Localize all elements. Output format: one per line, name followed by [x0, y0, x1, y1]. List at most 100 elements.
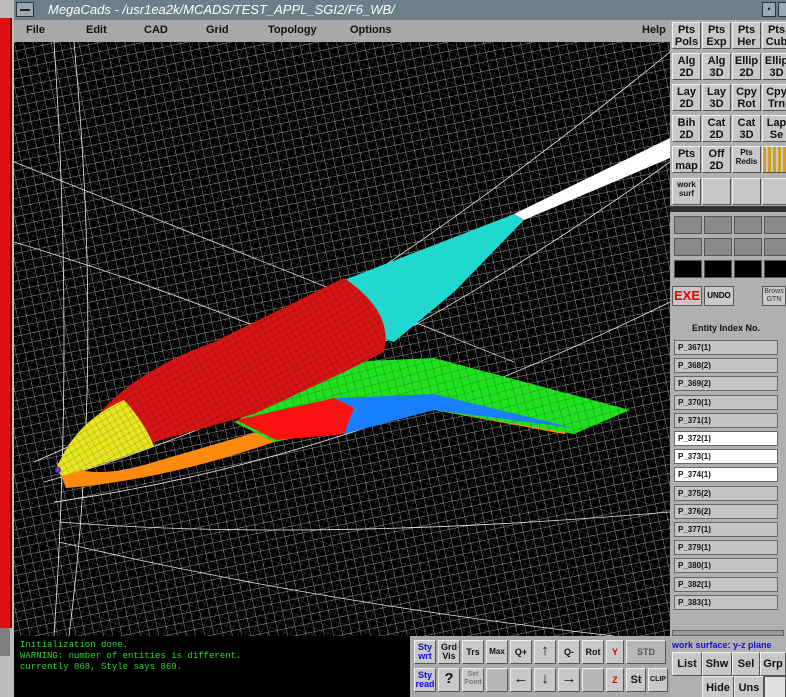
menu-edit[interactable]: Edit	[86, 24, 107, 36]
entity-list-item[interactable]: P_377(1)	[674, 522, 778, 537]
tool-button[interactable]: Cat 3D	[732, 115, 761, 142]
undo-button[interactable]: UNDO	[704, 286, 734, 306]
tool-button[interactable]: Bih 2D	[672, 115, 701, 142]
empty-tool-button[interactable]	[762, 178, 786, 205]
menu-grid[interactable]: Grid	[206, 24, 229, 36]
tool-button[interactable]: Ellip 3D	[762, 53, 786, 80]
empty-tool-button[interactable]	[732, 178, 761, 205]
hide-button[interactable]: Hide	[702, 676, 734, 697]
entity-list-item[interactable]: P_372(1)	[674, 431, 778, 446]
panel-separator	[670, 206, 786, 212]
tool-button[interactable]: Cpy Trn	[762, 84, 786, 111]
aircraft-grid-render[interactable]	[14, 42, 670, 636]
axis-z-icon[interactable]: Z	[606, 668, 624, 692]
tool-button[interactable]: Pts Her	[732, 22, 761, 49]
entity-list-item[interactable]: P_368(2)	[674, 358, 778, 374]
color-swatch[interactable]	[734, 238, 762, 256]
max-button[interactable]: Max	[486, 640, 508, 664]
tool-button[interactable]: Cpy Rot	[732, 84, 761, 111]
select-button[interactable]: Sel	[732, 652, 760, 676]
grid-tool-icon[interactable]	[762, 146, 786, 173]
entity-list-item[interactable]: P_375(2)	[674, 485, 778, 501]
tool-button[interactable]: Lay 2D	[672, 84, 701, 111]
group-button[interactable]: Grp	[760, 652, 786, 676]
color-swatch[interactable]	[674, 238, 702, 256]
color-swatch[interactable]	[704, 216, 732, 234]
entity-list-item[interactable]: P_383(1)	[674, 594, 778, 610]
background-window-edge-lower	[0, 628, 10, 656]
menu-cad[interactable]: CAD	[144, 24, 168, 36]
rotate-button[interactable]: Rot	[582, 640, 604, 664]
help-icon[interactable]: ?	[438, 668, 460, 692]
entity-list-item[interactable]: P_374(1)	[674, 467, 778, 483]
minimize-icon[interactable]: •	[762, 2, 776, 17]
entity-list-item[interactable]: P_371(1)	[674, 412, 778, 428]
title-bar[interactable]: MegaCads - /usr1ea2k/MCADS/TEST_APPL_SGI…	[14, 0, 786, 21]
menu-file[interactable]: File	[26, 24, 45, 36]
clip-button[interactable]: CLIP	[648, 668, 668, 692]
color-swatch[interactable]	[764, 216, 786, 234]
browse-button[interactable]: Brows GTN	[762, 286, 786, 306]
axis-y-icon[interactable]: Y	[606, 640, 624, 664]
entity-list-header: Entity Index No.	[691, 323, 760, 333]
tool-button[interactable]: Pts Cub	[762, 22, 786, 49]
empty-view-button[interactable]	[486, 668, 508, 692]
entity-list-item[interactable]: P_380(1)	[674, 558, 778, 574]
work-surf-button[interactable]: work surf	[672, 178, 701, 205]
st-button[interactable]: St	[626, 668, 646, 692]
tool-button[interactable]: Pts Exp	[702, 22, 731, 49]
tool-button[interactable]: Pts Redis	[732, 146, 761, 173]
exe-button[interactable]: EXE	[672, 286, 702, 306]
entity-list-item[interactable]: P_382(1)	[674, 576, 778, 592]
menu-help[interactable]: Help	[642, 24, 666, 36]
unselect-button[interactable]: Uns	[734, 676, 764, 697]
pan-down-icon[interactable]: ↓	[534, 668, 556, 692]
zoom-in-icon[interactable]: Q+	[510, 640, 532, 664]
entity-list-item[interactable]: P_367(1)	[674, 340, 778, 355]
color-swatch[interactable]	[734, 260, 762, 278]
list-button[interactable]: List	[672, 652, 702, 676]
entity-list-item[interactable]: P_373(1)	[674, 449, 778, 465]
window-menu-icon[interactable]	[16, 2, 34, 17]
color-swatch[interactable]	[674, 216, 702, 234]
empty-tool-button[interactable]	[702, 178, 731, 205]
tool-button[interactable]: Pts map	[672, 146, 701, 173]
zoom-out-icon[interactable]: Q-	[558, 640, 580, 664]
tool-button[interactable]: Pts Pols	[672, 22, 701, 49]
3d-viewport[interactable]	[14, 42, 670, 636]
tool-button[interactable]: Ellip 2D	[732, 53, 761, 80]
color-swatch[interactable]	[734, 216, 762, 234]
tool-button[interactable]: Off 2D	[702, 146, 731, 173]
color-swatch[interactable]	[674, 260, 702, 278]
menu-topology[interactable]: Topology	[268, 24, 317, 36]
color-swatch[interactable]	[764, 238, 786, 256]
pan-up-icon[interactable]: ↑	[534, 640, 556, 664]
color-swatch[interactable]	[764, 260, 786, 278]
pan-left-icon[interactable]: ←	[510, 668, 532, 692]
tool-button[interactable]: Alg 2D	[672, 53, 701, 80]
style-read-button[interactable]: Sty read	[414, 668, 436, 692]
menu-options[interactable]: Options	[350, 24, 392, 36]
empty-view-button[interactable]	[582, 668, 604, 692]
maximize-icon[interactable]	[778, 2, 786, 17]
horizontal-scrollbar[interactable]	[672, 630, 784, 636]
entity-list-item[interactable]: P_376(2)	[674, 503, 778, 519]
entity-list-item[interactable]: P_379(1)	[674, 540, 778, 556]
grid-visibility-button[interactable]: Grd Vis	[438, 640, 460, 664]
menu-bar: File Edit CAD Grid Topology Options Help	[14, 20, 670, 43]
entity-list-item[interactable]: P_369(2)	[674, 376, 778, 392]
tool-button[interactable]: Lay 3D	[702, 84, 731, 111]
style-write-button[interactable]: Sty wrt	[414, 640, 436, 664]
color-swatch[interactable]	[704, 260, 732, 278]
tool-button[interactable]: Cat 2D	[702, 115, 731, 142]
translate-button[interactable]: Trs	[462, 640, 484, 664]
tool-button[interactable]: Alg 3D	[702, 53, 731, 80]
color-swatch[interactable]	[704, 238, 732, 256]
tool-button[interactable]: Lap Se	[762, 115, 786, 142]
set-point-button[interactable]: Set Point	[462, 668, 484, 692]
std-view-button[interactable]: STD	[626, 640, 666, 664]
pan-right-icon[interactable]: →	[558, 668, 580, 692]
input-box[interactable]	[764, 676, 786, 697]
entity-list-item[interactable]: P_370(1)	[674, 394, 778, 410]
show-button[interactable]: Shw	[702, 652, 732, 676]
